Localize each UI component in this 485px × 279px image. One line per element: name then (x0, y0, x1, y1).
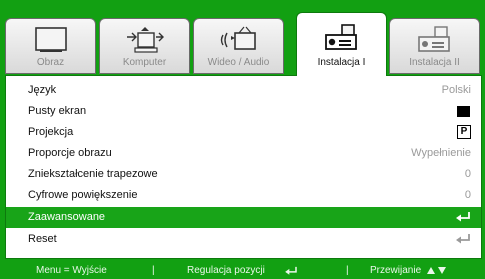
tab-label: Obraz (36, 57, 65, 68)
tab-wideo-audio[interactable]: Wideo / Audio (193, 18, 284, 74)
hint-menu-exit: Menu = Wyjście (36, 265, 107, 276)
projection-mode-icon: P (457, 125, 471, 139)
tab-obraz[interactable]: Obraz (5, 18, 96, 74)
arrow-up-icon (427, 267, 435, 274)
menu-item-zaawansowane[interactable]: Zaawansowane (6, 207, 481, 228)
hint-adjust: Regulacja pozycji (187, 265, 265, 276)
monitor-icon (6, 25, 95, 55)
menu-item-reset[interactable]: Reset (6, 229, 481, 250)
hint-separator: | (152, 265, 155, 276)
menu-panel: Język Polski Pusty ekran Projekcja P Pro… (5, 75, 482, 259)
menu-item-label: Język (28, 84, 57, 96)
menu-item-label: Pusty ekran (28, 105, 87, 117)
menu-item-pusty-ekran[interactable]: Pusty ekran (6, 101, 481, 122)
tab-label: Wideo / Audio (207, 57, 270, 68)
menu-item-value: Wypełnienie (411, 147, 471, 159)
menu-item-label: Projekcja (28, 126, 74, 138)
menu-item-label: Zaawansowane (28, 211, 106, 223)
menu-item-label: Cyfrowe powiększenie (28, 189, 138, 201)
menu-item-projekcja[interactable]: Projekcja P (6, 122, 481, 143)
menu-item-proporcje[interactable]: Proporcje obrazu Wypełnienie (6, 143, 481, 164)
tab-instalacja-1[interactable]: Instalacja I (296, 12, 387, 76)
black-swatch-icon (457, 106, 470, 117)
arrow-down-icon (438, 267, 446, 274)
enter-icon (456, 234, 470, 244)
menu-item-label: Proporcje obrazu (28, 147, 112, 159)
tab-komputer[interactable]: Komputer (99, 18, 190, 74)
enter-icon (285, 266, 297, 275)
menu-item-label: Zniekształcenie trapezowe (28, 168, 158, 180)
menu-item-value: 0 (464, 189, 471, 201)
tab-label: Instalacja I (317, 57, 366, 68)
hint-bar: Menu = Wyjście | Regulacja pozycji | Prz… (0, 262, 485, 279)
tab-bar: Obraz Komputer Wideo / Audio Instalacja … (5, 10, 482, 80)
tab-label: Instalacja II (409, 57, 460, 68)
tab-instalacja-2[interactable]: Instalacja II (389, 18, 480, 74)
projector-settings-icon (390, 25, 479, 55)
menu-item-value: 0 (464, 168, 471, 180)
hint-separator: | (346, 265, 349, 276)
menu-item-label: Reset (28, 233, 57, 245)
menu-item-trapez[interactable]: Zniekształcenie trapezowe 0 (6, 164, 481, 185)
menu-item-jezyk[interactable]: Język Polski (6, 80, 481, 101)
tab-label: Komputer (122, 57, 167, 68)
menu-item-value: Polski (441, 84, 471, 96)
menu-item-zoom[interactable]: Cyfrowe powiększenie 0 (6, 185, 481, 206)
projector-icon (297, 23, 386, 53)
computer-icon (100, 25, 189, 55)
video-audio-icon (194, 25, 283, 55)
hint-scroll: Przewijanie (370, 265, 422, 276)
osd-menu: Obraz Komputer Wideo / Audio Instalacja … (0, 0, 485, 279)
enter-icon (456, 212, 470, 222)
